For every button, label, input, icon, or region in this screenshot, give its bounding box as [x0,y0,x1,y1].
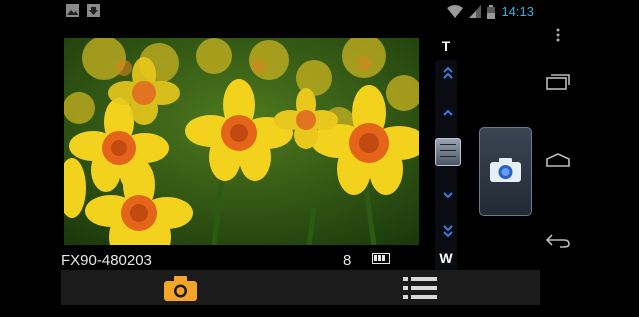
back-button[interactable] [540,234,575,248]
menu-list-button[interactable] [403,276,437,306]
zoom-control: T W [433,38,461,280]
zoom-out-fast-button[interactable] [437,224,459,242]
back-icon [545,234,570,248]
shots-remaining: 8 [343,252,352,269]
battery-icon [487,4,496,19]
home-icon [545,153,570,167]
zoom-track[interactable] [435,60,461,280]
download-notification-icon [87,4,100,17]
camera-icon [164,276,197,301]
bottom-toolbar [61,270,540,305]
home-button[interactable] [540,153,575,167]
camera-mode-button[interactable] [164,275,197,306]
recent-apps-icon [545,74,570,90]
status-clock: 14:13 [501,4,534,19]
zoom-slider-thumb[interactable] [435,138,461,166]
camera-battery-icon [372,253,390,264]
camera-shutter-icon [490,158,521,182]
camera-viewfinder[interactable] [64,38,419,245]
zoom-out-button[interactable] [437,188,459,206]
signal-icon [469,5,482,18]
status-bar: 14:13 [0,0,540,24]
zoom-in-fast-button[interactable] [437,66,459,84]
zoom-tele-label: T [441,38,451,54]
zoom-in-button[interactable] [437,106,459,124]
recent-apps-button[interactable] [540,74,575,90]
list-icon [403,277,437,299]
wifi-icon [447,5,464,18]
double-chevron-up-icon [443,66,453,79]
overflow-menu-icon [556,28,559,42]
double-chevron-down-icon [443,225,453,238]
zoom-wide-label: W [439,250,453,266]
system-navigation-bar [540,0,639,317]
image-notification-icon [66,4,79,17]
camera-model-label: FX90-480203 [61,252,152,269]
shutter-button[interactable] [479,127,532,216]
chevron-down-icon [443,192,453,199]
chevron-up-icon [443,109,453,116]
overflow-menu-button[interactable] [540,28,575,42]
